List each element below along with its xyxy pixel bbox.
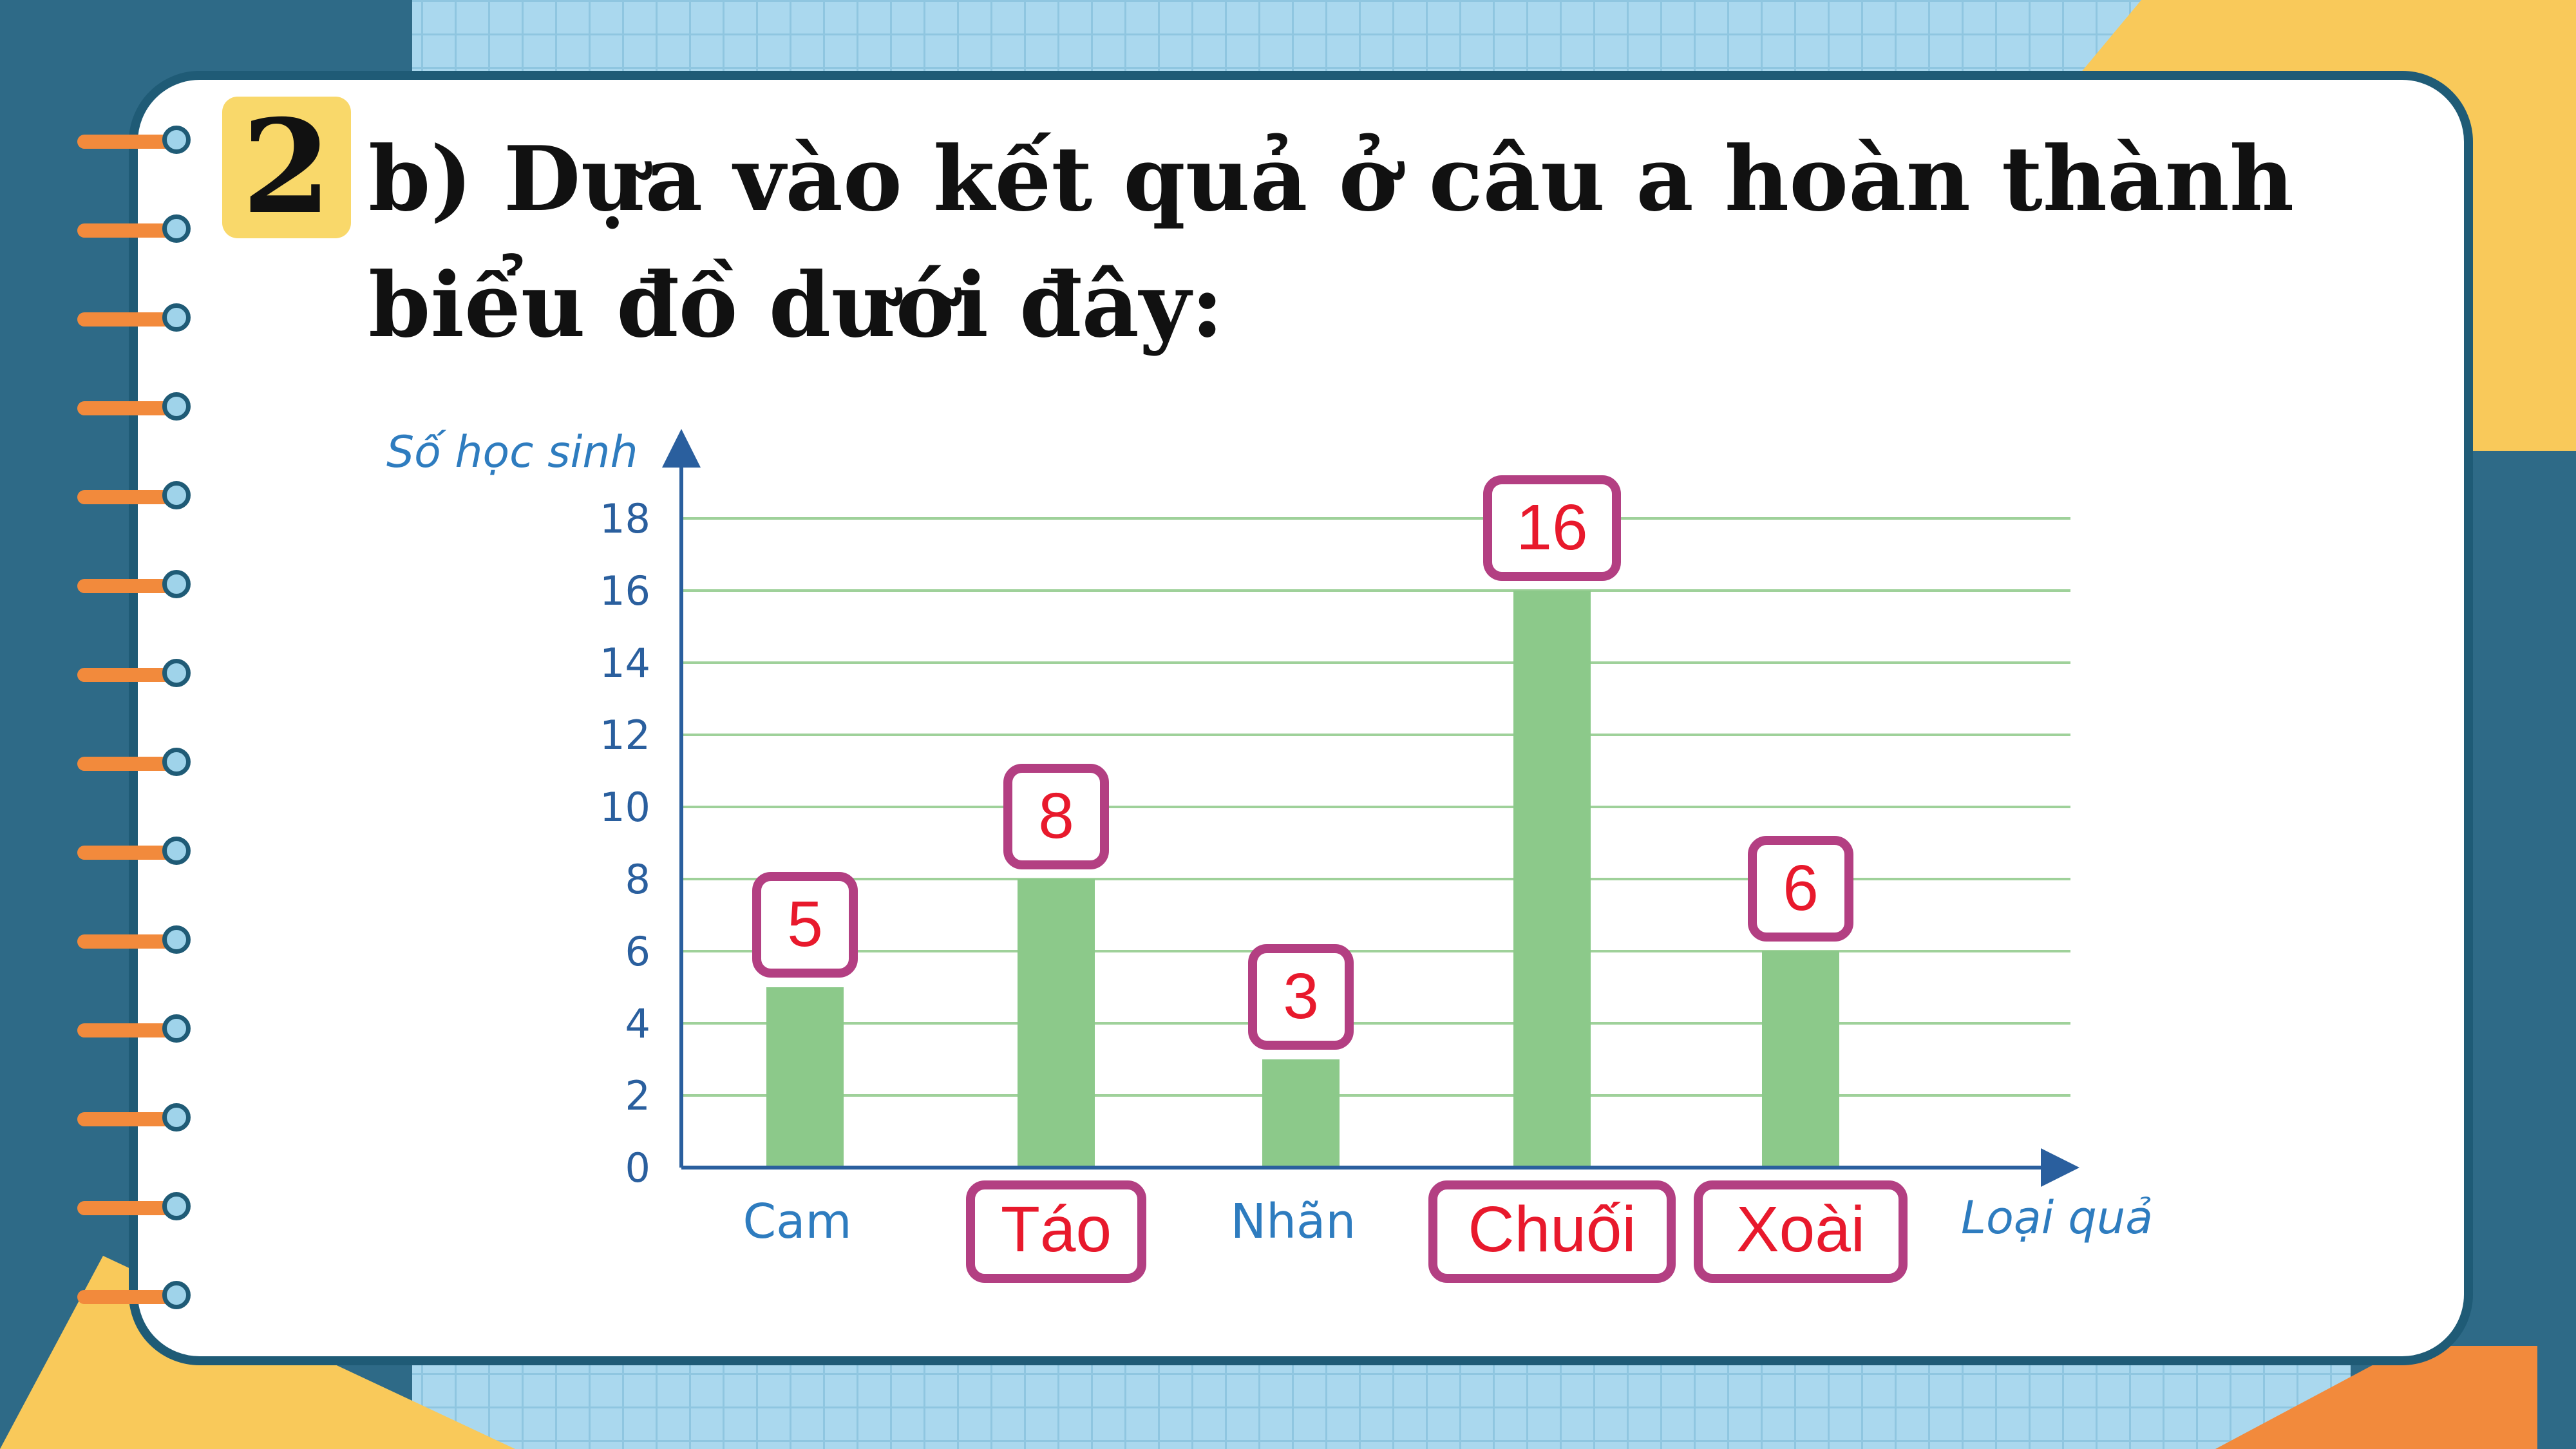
- chart-gridlines: [681, 517, 2070, 1097]
- y-tick-label: 6: [625, 928, 650, 975]
- y-tick-label: 8: [625, 856, 650, 903]
- y-tick-label: 2: [625, 1072, 650, 1119]
- bar: [1513, 591, 1591, 1168]
- bar: [766, 987, 844, 1168]
- y-axis-title: Số học sinh: [386, 427, 638, 478]
- y-tick-label: 0: [625, 1144, 650, 1191]
- y-tick-label: 12: [600, 712, 650, 759]
- y-tick-label: 4: [625, 1000, 650, 1047]
- bar: [1762, 951, 1839, 1168]
- bar: [1018, 879, 1095, 1168]
- category-label: Chuối: [1468, 1193, 1636, 1265]
- x-axis-title: Loại quả: [1961, 1191, 2153, 1244]
- category-label: Nhãn: [1231, 1194, 1356, 1249]
- bar-chart: Số học sinh Loại quả 0 2 4 6 8 10 12 14 16 18 5 Cam…: [386, 427, 2153, 1283]
- value-label: 8: [1038, 780, 1074, 852]
- bar: [1262, 1059, 1340, 1168]
- value-label: 6: [1783, 852, 1819, 924]
- category-label: Táo: [1001, 1193, 1112, 1265]
- y-tick-label: 16: [600, 567, 650, 614]
- value-label: 5: [787, 888, 823, 960]
- y-tick-label: 14: [600, 639, 650, 687]
- value-label: 3: [1283, 960, 1319, 1032]
- y-tick-label: 10: [600, 784, 650, 831]
- category-label: Cam: [743, 1194, 851, 1249]
- category-label: Xoài: [1736, 1193, 1865, 1265]
- y-tick-label: 18: [600, 495, 650, 542]
- value-label: 16: [1516, 491, 1587, 564]
